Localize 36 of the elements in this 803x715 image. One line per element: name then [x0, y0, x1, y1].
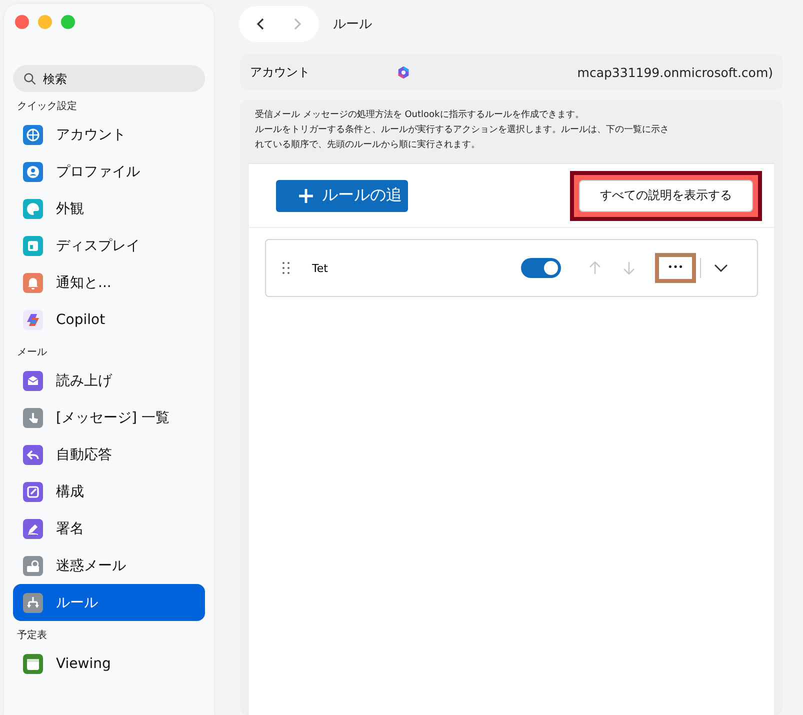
search-field[interactable]: 検索: [13, 65, 205, 92]
rule-name: Tet: [312, 262, 329, 274]
drag-handle-icon[interactable]: [282, 261, 290, 275]
account-label: アカウント: [250, 64, 311, 80]
sidebar-item[interactable]: 読み上げ: [13, 362, 205, 399]
sidebar-item[interactable]: アカウント: [13, 116, 205, 153]
page-title: ルール: [333, 16, 372, 33]
sidebar-item[interactable]: Viewing: [13, 645, 205, 682]
section-heading: クイック設定: [17, 100, 78, 113]
sidebar-item[interactable]: ディスプレイ: [13, 227, 205, 264]
sidebar-item[interactable]: 迷惑メール: [13, 547, 205, 584]
add-rule-button[interactable]: ルールの追: [276, 180, 408, 212]
zoom-window-button[interactable]: [61, 15, 75, 29]
show-all-descriptions-button[interactable]: すべての説明を表示する: [579, 180, 753, 212]
sidebar-item[interactable]: 外観: [13, 190, 205, 227]
sidebar-item[interactable]: 自動応答: [13, 436, 205, 473]
sidebar-item[interactable]: プロファイル: [13, 153, 205, 190]
app-logo-icon: [396, 64, 411, 80]
sidebar-item[interactable]: 構成: [13, 473, 205, 510]
description-line: 受信メール メッセージの処理方法を Outlookに指示するルールを作成できます。: [255, 108, 584, 122]
description-line: ルールをトリガーする条件と、ルールが実行するアクションを選択します。ルールは、下の一覧に示さ: [255, 124, 669, 137]
search-icon: [23, 72, 37, 86]
sidebar-item[interactable]: ルール: [13, 584, 205, 621]
rule-toggle[interactable]: [521, 258, 561, 278]
section-heading: 予定表: [17, 628, 48, 642]
sidebar-item[interactable]: Copilot: [13, 301, 205, 338]
plus-icon: [298, 188, 314, 204]
minimize-window-button[interactable]: [38, 15, 52, 29]
sidebar-item[interactable]: 通知と...: [13, 264, 205, 301]
section-heading: メール: [17, 346, 48, 359]
description-line: れている順序で、先頭のルールから順に実行されます。: [255, 138, 480, 152]
sidebar-item[interactable]: 署名: [13, 510, 205, 547]
account-email: mcap331199.onmicrosoft.com): [577, 64, 773, 80]
more-options-button[interactable]: •••: [655, 253, 696, 283]
close-window-button[interactable]: [15, 15, 29, 29]
sidebar-item[interactable]: [メッセージ] 一覧: [13, 399, 205, 436]
